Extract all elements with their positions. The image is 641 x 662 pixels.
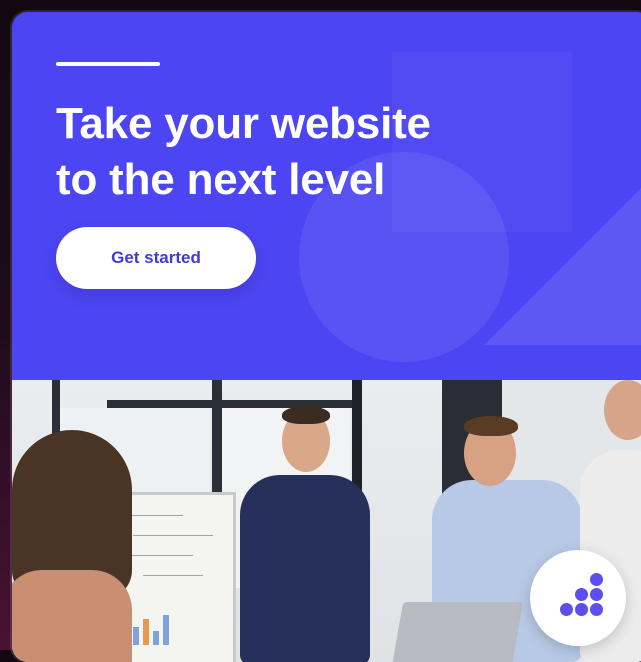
- dots-logo-icon: [530, 550, 626, 646]
- laptop: [390, 602, 524, 662]
- headline-line-1: Take your website: [56, 99, 431, 148]
- hero-banner: Take your website to the next level Get …: [12, 12, 641, 380]
- meeting-photo: [12, 380, 641, 662]
- headline-line-2: to the next level: [56, 155, 386, 204]
- promo-card: Take your website to the next level Get …: [12, 12, 641, 662]
- get-started-button[interactable]: Get started: [56, 227, 256, 289]
- headline: Take your website to the next level: [56, 96, 576, 208]
- accent-rule: [56, 62, 160, 66]
